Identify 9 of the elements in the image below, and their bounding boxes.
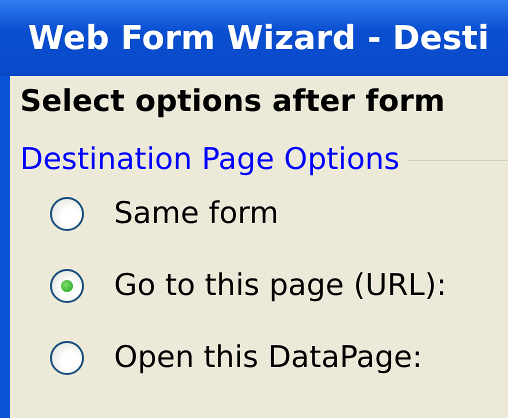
radio-label[interactable]: Go to this page (URL): [114, 266, 447, 306]
window-title: Web Form Wizard - Desti [28, 18, 490, 58]
instruction-text: Select options after form [20, 83, 446, 121]
radio-button[interactable] [50, 197, 84, 231]
radio-label[interactable]: Same form [114, 194, 279, 234]
radio-button[interactable] [50, 269, 84, 303]
radio-button[interactable] [50, 341, 84, 375]
group-title: Destination Page Options [20, 141, 400, 179]
radio-label[interactable]: Open this DataPage: [114, 338, 422, 378]
